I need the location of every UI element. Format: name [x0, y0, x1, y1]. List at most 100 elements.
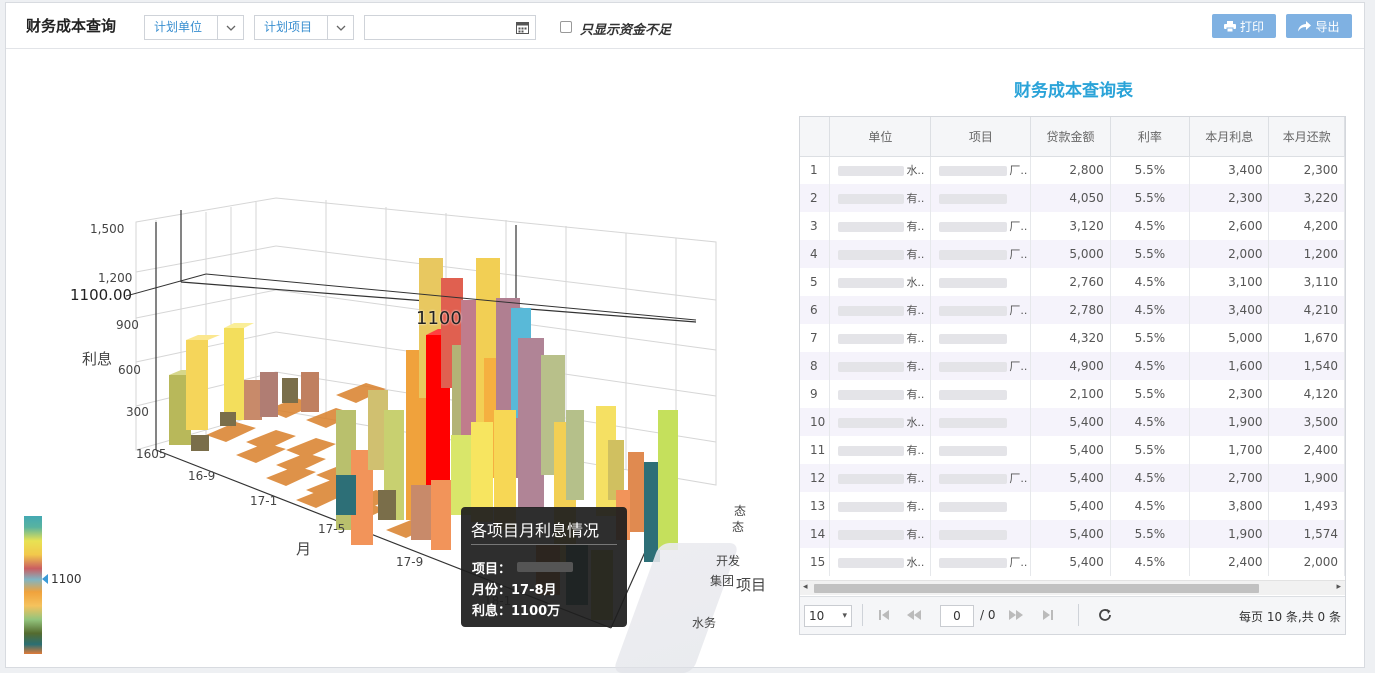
horizontal-scrollbar[interactable]: ◂ ▸	[800, 580, 1345, 595]
chevron-down-icon[interactable]	[327, 16, 353, 39]
x-tick-label: 16-9	[188, 469, 216, 483]
table-row[interactable]: 6 有.. 厂.. 2,780 4.5% 3,400 4,210	[800, 296, 1345, 324]
total-pages-label: / 0	[980, 608, 996, 622]
calendar-icon[interactable]	[516, 21, 529, 34]
loan-amount-cell: 5,400	[1030, 520, 1111, 548]
prev-page-icon[interactable]	[906, 609, 922, 621]
table-row[interactable]: 1 水.. 厂.. 2,800 5.5% 3,400 2,300	[800, 156, 1345, 184]
first-page-icon[interactable]	[878, 609, 890, 621]
project-cell: 厂..	[930, 464, 1032, 492]
table-row[interactable]: 9 有.. 2,100 5.5% 2,300 4,120	[800, 380, 1345, 408]
interest-3d-bar-chart[interactable]: 1,500 1,200 1100.00 900 利息 600 300 1605 …	[6, 50, 786, 673]
monthly-repayment-cell: 1,540	[1268, 352, 1345, 380]
loan-amount-cell: 4,320	[1030, 324, 1111, 352]
export-button[interactable]: 导出	[1286, 14, 1352, 38]
scrollbar-thumb[interactable]	[814, 584, 1259, 593]
rate-cell: 4.5%	[1110, 492, 1191, 520]
unit-suffix: 水..	[906, 416, 925, 429]
unit-cell: 有..	[829, 212, 932, 240]
unit-cell: 水..	[829, 156, 932, 184]
scroll-right-icon[interactable]: ▸	[1336, 582, 1341, 592]
unit-suffix: 有..	[906, 192, 925, 205]
chevron-down-icon[interactable]	[217, 16, 243, 39]
table-row[interactable]: 8 有.. 厂.. 4,900 4.5% 1,600 1,540	[800, 352, 1345, 380]
unit-suffix: 有..	[906, 388, 925, 401]
table-row[interactable]: 7 有.. 4,320 5.5% 5,000 1,670	[800, 324, 1345, 352]
y-axis-title: 利息	[82, 350, 113, 368]
page-size-select[interactable]: 10 ▾	[804, 605, 852, 627]
pager-divider	[1078, 604, 1079, 626]
unit-suffix: 水..	[906, 276, 925, 289]
rate-cell: 5.5%	[1110, 156, 1191, 184]
insufficient-funds-checkbox[interactable]	[560, 21, 572, 33]
column-header[interactable]: 本月利息	[1189, 117, 1270, 157]
x-tick-label: 17-9	[396, 555, 424, 569]
print-label: 打印	[1239, 19, 1264, 34]
rate-cell: 5.5%	[1110, 324, 1191, 352]
column-header[interactable]: 贷款金额	[1030, 117, 1111, 157]
redacted-text	[939, 501, 1008, 512]
z-tick-label: 态	[732, 520, 745, 534]
legend-pointer-icon[interactable]	[42, 574, 48, 584]
project-cell	[930, 380, 1032, 408]
table-row[interactable]: 15 水.. 厂.. 5,400 4.5% 2,400 2,000	[800, 548, 1345, 576]
column-header[interactable]	[800, 117, 831, 157]
unit-cell: 有..	[829, 520, 932, 548]
column-header[interactable]: 项目	[930, 117, 1032, 157]
visual-map-legend[interactable]	[24, 516, 42, 654]
loan-amount-cell: 2,800	[1030, 156, 1111, 184]
loan-amount-cell: 3,120	[1030, 212, 1111, 240]
scroll-left-icon[interactable]: ◂	[803, 582, 808, 592]
table-row[interactable]: 12 有.. 厂.. 5,400 4.5% 2,700 1,900	[800, 464, 1345, 492]
redacted-text	[838, 249, 905, 260]
project-suffix: 厂..	[1009, 164, 1028, 178]
redacted-text	[838, 529, 905, 540]
table-row[interactable]: 2 有.. 4,050 5.5% 2,300 3,220	[800, 184, 1345, 212]
loan-amount-cell: 5,400	[1030, 492, 1111, 520]
monthly-interest-cell: 1,600	[1189, 352, 1270, 380]
x-tick-label: 17-1	[250, 494, 278, 508]
project-cell	[930, 520, 1032, 548]
project-suffix: 厂..	[1009, 360, 1028, 373]
share-arrow-icon	[1298, 20, 1312, 31]
project-filter-combo[interactable]: 计划项目	[254, 15, 354, 40]
monthly-repayment-cell: 1,574	[1268, 520, 1345, 548]
project-suffix: 厂..	[1009, 556, 1028, 569]
table-row[interactable]: 10 水.. 5,400 4.5% 1,900 3,500	[800, 408, 1345, 436]
unit-suffix: 有..	[906, 472, 925, 485]
unit-filter-combo[interactable]: 计划单位	[144, 15, 244, 40]
rate-cell: 4.5%	[1110, 212, 1191, 240]
column-header[interactable]: 本月还款	[1268, 117, 1345, 157]
rate-cell: 4.5%	[1110, 408, 1191, 436]
rate-cell: 5.5%	[1110, 436, 1191, 464]
rate-cell: 4.5%	[1110, 464, 1191, 492]
column-header[interactable]: 利率	[1110, 117, 1191, 157]
monthly-interest-cell: 2,300	[1189, 184, 1270, 212]
redacted-text	[939, 277, 1008, 288]
last-page-icon[interactable]	[1042, 609, 1054, 621]
redacted-text	[939, 361, 1008, 372]
export-label: 导出	[1315, 19, 1340, 34]
loan-amount-cell: 4,050	[1030, 184, 1111, 212]
unit-suffix: 有..	[906, 248, 925, 261]
table-row[interactable]: 11 有.. 5,400 5.5% 1,700 2,400	[800, 436, 1345, 464]
row-index: 10	[800, 408, 831, 436]
table-row[interactable]: 3 有.. 厂.. 3,120 4.5% 2,600 4,200	[800, 212, 1345, 240]
tooltip-title: 各项目月利息情况	[471, 521, 600, 540]
redacted-text	[838, 473, 905, 484]
next-page-icon[interactable]	[1008, 609, 1024, 621]
table-row[interactable]: 5 水.. 2,760 4.5% 3,100 3,110	[800, 268, 1345, 296]
row-index: 15	[800, 548, 831, 576]
legend-value: 1100	[51, 572, 82, 586]
refresh-icon[interactable]	[1098, 608, 1112, 622]
main-panel: 财务成本查询 计划单位 计划项目 只显示资金不足 打印 导出 1,500 1,2…	[5, 2, 1365, 673]
project-cell: 厂..	[930, 352, 1032, 380]
current-page-input[interactable]: 0	[940, 605, 974, 627]
table-row[interactable]: 4 有.. 厂.. 5,000 5.5% 2,000 1,200	[800, 240, 1345, 268]
print-button[interactable]: 打印	[1212, 14, 1276, 38]
table-row[interactable]: 13 有.. 5,400 4.5% 3,800 1,493	[800, 492, 1345, 520]
column-header[interactable]: 单位	[829, 117, 932, 157]
redacted-text	[939, 389, 1008, 400]
date-input[interactable]	[364, 15, 536, 40]
table-row[interactable]: 14 有.. 5,400 5.5% 1,900 1,574	[800, 520, 1345, 548]
